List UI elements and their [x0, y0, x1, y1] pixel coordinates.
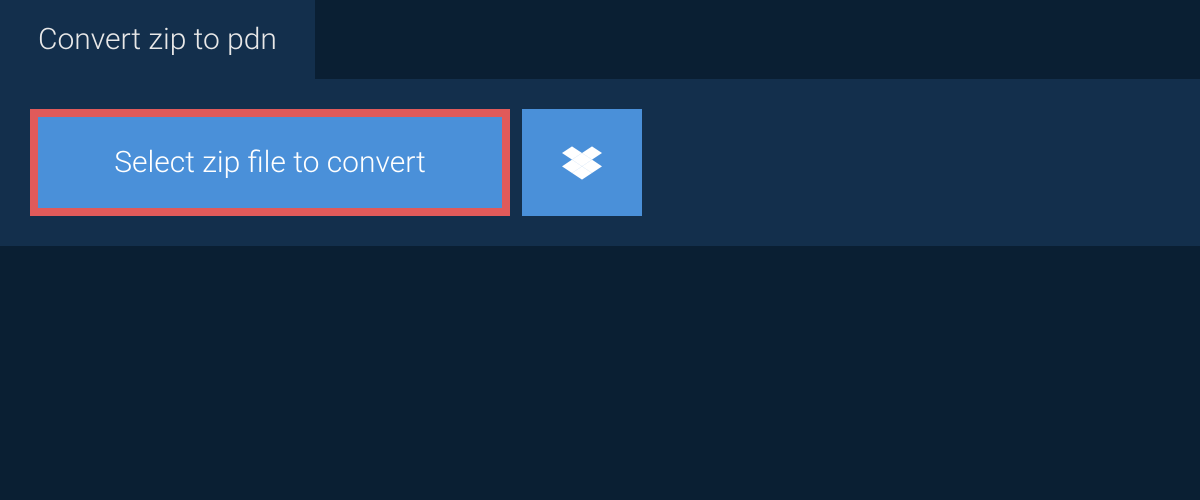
- dropbox-icon: [562, 143, 602, 183]
- tab-convert[interactable]: Convert zip to pdn: [0, 0, 315, 79]
- select-file-button-label: Select zip file to convert: [114, 145, 425, 180]
- dropbox-upload-button[interactable]: [522, 109, 642, 216]
- select-file-button[interactable]: Select zip file to convert: [30, 109, 510, 216]
- tab-bar: Convert zip to pdn: [0, 0, 1200, 79]
- upload-panel: Select zip file to convert: [0, 79, 1200, 246]
- tab-label: Convert zip to pdn: [38, 22, 277, 57]
